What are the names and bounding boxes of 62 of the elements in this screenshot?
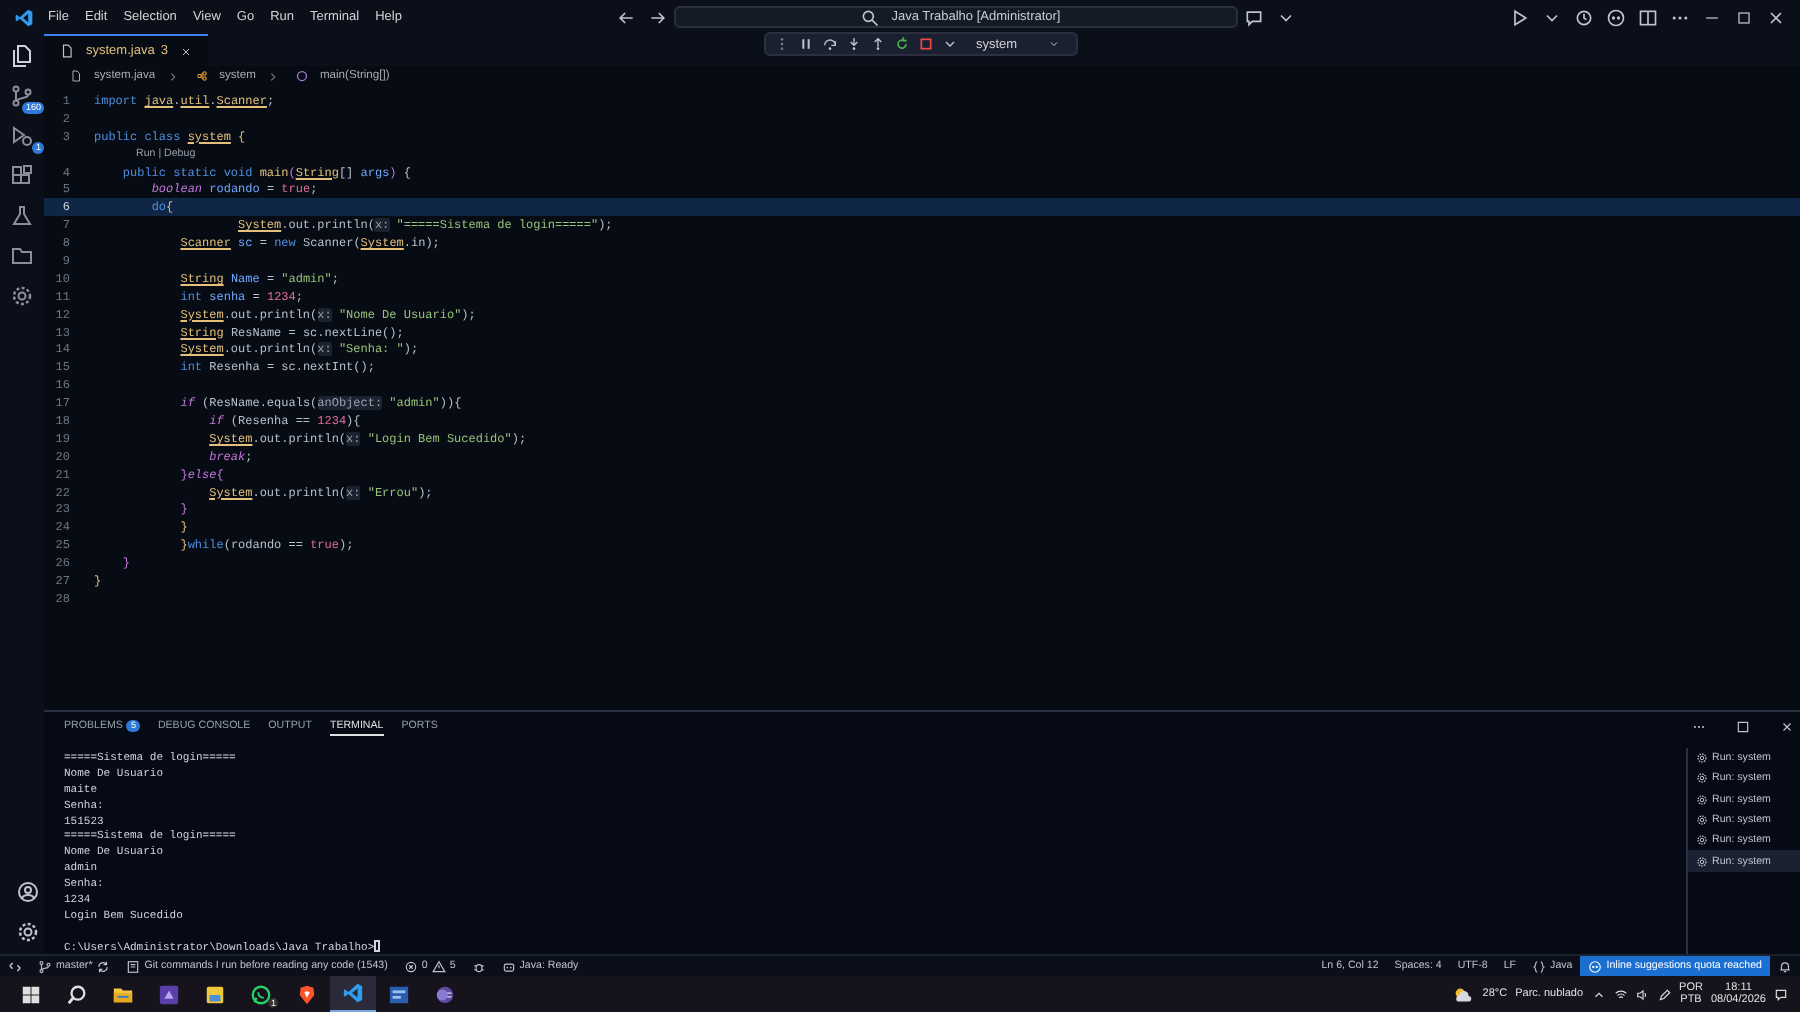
step-out-icon[interactable] [870,36,886,52]
history-icon[interactable] [1574,7,1594,27]
stop-icon[interactable] [918,36,934,52]
class-icon [195,70,208,82]
chat-icon[interactable] [250,983,272,1005]
close-icon[interactable] [1780,719,1794,733]
terminal-cursor [374,940,381,953]
braces-icon [1532,959,1547,973]
run-debug-icon[interactable] [10,124,34,148]
wifi-icon[interactable] [1613,987,1628,1001]
pen-icon[interactable] [1657,987,1672,1001]
maximize-icon[interactable] [1734,7,1754,27]
extensions-icon[interactable] [10,164,34,188]
gear-icon[interactable] [10,284,34,308]
app-icon[interactable] [158,983,180,1005]
method-icon [295,70,308,82]
folder-icon[interactable] [10,244,34,268]
close-icon[interactable] [179,45,192,57]
chevron-icon [267,71,278,81]
bug-icon [471,959,486,973]
forward-arrow-icon[interactable] [648,7,669,27]
back-arrow-icon[interactable] [616,7,637,27]
start-icon[interactable] [20,983,42,1005]
account-icon[interactable] [16,880,40,904]
notification-icon[interactable] [1774,987,1788,1001]
app-logo-icon [14,7,34,27]
pause-icon[interactable] [798,36,814,52]
caret-icon[interactable] [1591,987,1606,1001]
step-into-icon[interactable] [846,36,862,52]
app-icon[interactable] [204,983,226,1005]
app-logo-icon[interactable] [342,982,364,1004]
chat-icon[interactable] [1244,7,1265,27]
sync-icon [96,959,111,973]
robot-icon [501,959,516,973]
step-over-icon[interactable] [822,36,838,52]
copilot-icon[interactable] [1606,7,1626,27]
weather-icon[interactable] [1452,983,1475,1005]
search-icon[interactable] [66,983,88,1005]
caret-icon [1047,38,1060,50]
run-icon[interactable] [1510,7,1530,27]
copilot-icon [1588,959,1603,973]
maximize-panel-icon[interactable] [1736,719,1750,733]
restart-icon[interactable] [894,36,910,52]
settings-icon[interactable] [16,920,40,944]
error-icon [403,959,418,973]
warning-icon [431,959,446,973]
caret-icon[interactable] [942,36,958,52]
flask-icon[interactable] [10,204,34,228]
files-icon[interactable] [10,44,34,68]
app-icon[interactable] [434,983,456,1005]
branch-icon [38,959,52,973]
active-app-highlight[interactable] [330,976,376,1012]
speaker-icon[interactable] [1635,987,1650,1001]
close-icon[interactable] [1766,7,1786,27]
remote-icon [8,959,22,973]
folder-icon[interactable] [112,983,134,1005]
bell-icon [1778,959,1792,973]
book-icon [126,959,141,973]
chevron-icon [167,71,178,81]
layout-icon[interactable] [1638,7,1658,27]
search-icon [859,7,880,27]
app-icon[interactable] [388,983,410,1005]
